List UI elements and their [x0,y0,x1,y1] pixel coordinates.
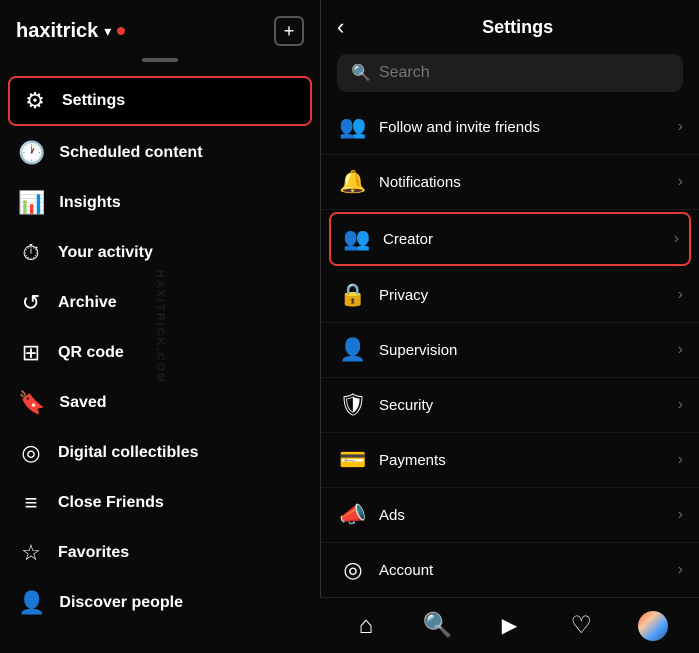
menu-item-collectibles[interactable]: ◎ Digital collectibles [0,428,320,478]
activity-icon: ⏱ [18,240,44,266]
heart-icon: ♡ [571,611,593,640]
menu-item-activity-label: Your activity [58,244,153,262]
reels-icon: ▶ [502,613,517,638]
creator-icon: 👥 [341,226,373,252]
security-icon: 🛡 [337,392,369,418]
menu-item-saved-label: Saved [59,394,106,412]
settings-item-notifications[interactable]: 🔔 Notifications › [321,155,699,210]
settings-item-supervision-label: Supervision [379,342,678,359]
menu-item-close-friends[interactable]: ≡ Close Friends [0,478,320,528]
chevron-right-icon: › [678,286,683,304]
payments-icon: 💳 [337,447,369,473]
nav-profile[interactable] [617,611,689,641]
settings-item-follow-label: Follow and invite friends [379,119,678,136]
right-panel: ‹ Settings 🔍 👥 Follow and invite friends… [321,0,699,653]
close-friends-icon: ≡ [18,490,44,516]
archive-icon: ↺ [18,290,44,316]
chevron-right-icon: › [678,173,683,191]
settings-item-account[interactable]: ◎ Account › [321,543,699,598]
settings-item-security-label: Security [379,397,678,414]
settings-item-follow[interactable]: 👥 Follow and invite friends › [321,100,699,155]
scheduled-icon: 🕐 [18,140,45,166]
chevron-right-icon: › [678,561,683,579]
menu-item-insights-label: Insights [59,194,120,212]
settings-item-supervision[interactable]: 👤 Supervision › [321,323,699,378]
notification-dot [117,27,125,35]
scroll-bar [142,58,178,62]
menu-item-favorites-label: Favorites [58,544,129,562]
nav-search[interactable]: 🔍 [402,611,474,640]
back-button[interactable]: ‹ [337,14,344,40]
settings-item-payments[interactable]: 💳 Payments › [321,433,699,488]
scroll-indicator [0,58,320,62]
menu-item-activity[interactable]: ⏱ Your activity [0,228,320,278]
menu-item-close-friends-label: Close Friends [58,494,164,512]
settings-item-security[interactable]: 🛡 Security › [321,378,699,433]
chevron-right-icon: › [678,451,683,469]
menu-item-settings[interactable]: ⚙ Settings [8,76,312,126]
menu-item-scheduled[interactable]: 🕐 Scheduled content [0,128,320,178]
left-menu: ⚙ Settings 🕐 Scheduled content 📊 Insight… [0,70,320,653]
favorites-icon: ☆ [18,540,44,566]
chevron-right-icon: › [674,230,679,248]
account-icon: ◎ [337,557,369,583]
left-panel: haxitrick ▾ + ⚙ Settings 🕐 Scheduled con… [0,0,320,653]
bottom-nav: ⌂ 🔍 ▶ ♡ [320,597,699,653]
settings-item-privacy[interactable]: 🔒 Privacy › [321,268,699,323]
qrcode-icon: ⊞ [18,340,44,366]
saved-icon: 🔖 [18,390,45,416]
chevron-right-icon: › [678,506,683,524]
menu-item-qrcode[interactable]: ⊞ QR code [0,328,320,378]
discover-icon: 👤 [18,590,45,616]
menu-item-settings-label: Settings [62,92,125,110]
avatar [638,611,668,641]
search-nav-icon: 🔍 [423,611,453,640]
settings-item-notifications-label: Notifications [379,174,678,191]
follow-icon: 👥 [337,114,369,140]
menu-item-discover-label: Discover people [59,594,183,612]
app-title-area: haxitrick ▾ [16,20,125,43]
app-title: haxitrick [16,20,98,43]
settings-item-creator[interactable]: 👥 Creator › [329,212,691,266]
ads-icon: 📣 [337,502,369,528]
right-header: ‹ Settings [321,0,699,50]
search-bar[interactable]: 🔍 [337,54,683,92]
chevron-right-icon: › [678,118,683,136]
menu-item-insights[interactable]: 📊 Insights [0,178,320,228]
menu-item-qrcode-label: QR code [58,344,124,362]
chevron-right-icon: › [678,341,683,359]
settings-item-account-label: Account [379,562,678,579]
settings-page-title: Settings [352,17,683,38]
supervision-icon: 👤 [337,337,369,363]
notifications-icon: 🔔 [337,169,369,195]
privacy-icon: 🔒 [337,282,369,308]
add-button[interactable]: + [274,16,304,46]
settings-item-ads[interactable]: 📣 Ads › [321,488,699,543]
nav-likes[interactable]: ♡ [545,611,617,640]
search-icon: 🔍 [351,63,371,83]
settings-list: 👥 Follow and invite friends › 🔔 Notifica… [321,100,699,653]
menu-item-archive-label: Archive [58,294,117,312]
settings-item-ads-label: Ads [379,507,678,524]
left-header: haxitrick ▾ + [0,0,320,54]
insights-icon: 📊 [18,190,45,216]
menu-item-archive[interactable]: ↺ Archive [0,278,320,328]
menu-item-saved[interactable]: 🔖 Saved [0,378,320,428]
menu-item-favorites[interactable]: ☆ Favorites [0,528,320,578]
menu-item-collectibles-label: Digital collectibles [58,444,198,462]
settings-item-privacy-label: Privacy [379,287,678,304]
nav-home[interactable]: ⌂ [330,612,402,640]
menu-item-discover[interactable]: 👤 Discover people [0,578,320,628]
plus-icon: + [284,22,295,40]
collectibles-icon: ◎ [18,440,44,466]
settings-item-payments-label: Payments [379,452,678,469]
chevron-right-icon: › [678,396,683,414]
nav-reels[interactable]: ▶ [474,613,546,638]
settings-icon: ⚙ [22,88,48,114]
home-icon: ⌂ [359,612,374,640]
settings-item-creator-label: Creator [383,231,674,248]
search-input[interactable] [379,64,669,82]
chevron-down-icon[interactable]: ▾ [104,23,111,40]
menu-item-scheduled-label: Scheduled content [59,144,202,162]
